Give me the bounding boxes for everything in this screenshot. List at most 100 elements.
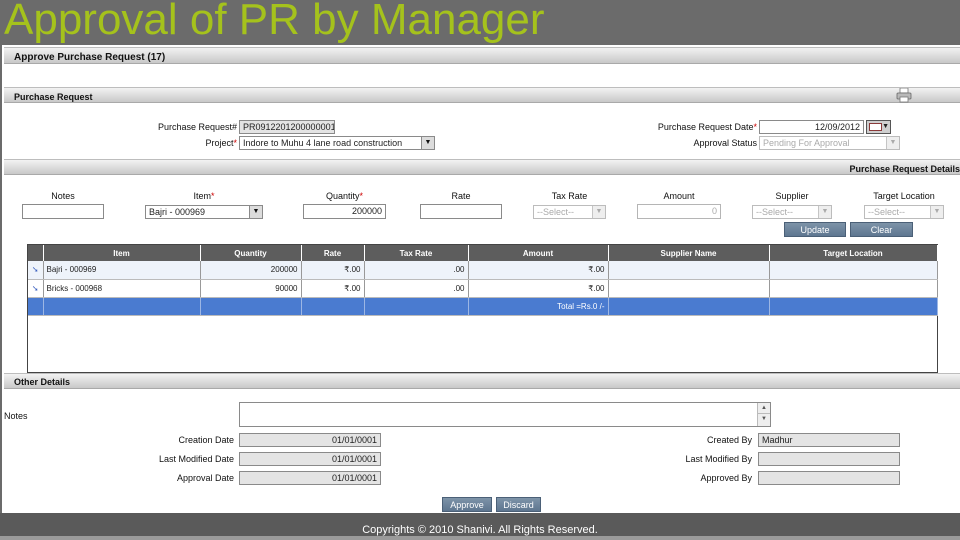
chevron-down-icon: ▼ <box>421 137 434 149</box>
approve-pr-panel: Approve Purchase Request (17) Purchase R… <box>0 45 960 515</box>
amount-column-label: Amount <box>663 191 695 201</box>
row-item: Bajri - 000969 <box>43 261 201 280</box>
other-notes-label: Notes <box>4 411 28 421</box>
supplier-select[interactable]: --Select-- ▼ <box>752 205 832 219</box>
item-select[interactable]: Bajri - 000969 ▼ <box>145 205 263 219</box>
chevron-down-icon: ▼ <box>592 206 605 218</box>
row-tax-rate: .00 <box>364 261 469 280</box>
grid-header-rate: Rate <box>301 245 365 261</box>
purchase-request-section-header: Purchase Request <box>4 87 960 103</box>
creation-date-label: Creation Date <box>178 435 234 445</box>
chevron-down-icon: ▼ <box>818 206 831 218</box>
other-notes-textarea[interactable]: ▲ ▼ <box>239 402 771 427</box>
row-rate: ₹.00 <box>301 279 365 298</box>
other-details-section-header: Other Details <box>4 373 960 389</box>
approved-by-field <box>758 471 900 485</box>
item-column-label: Item* <box>193 191 215 201</box>
update-button[interactable]: Update <box>784 222 846 237</box>
quantity-input[interactable]: 200000 <box>303 204 386 219</box>
pr-number-field[interactable]: PR0912201200000001 <box>239 120 335 134</box>
last-modified-date-label: Last Modified Date <box>158 454 234 464</box>
target-location-select[interactable]: --Select-- ▼ <box>864 205 944 219</box>
slide-title: Approval of PR by Manager <box>4 0 545 44</box>
approval-status-select[interactable]: Pending For Approval ▼ <box>759 136 900 150</box>
quantity-column-label: Quantity* <box>325 191 364 201</box>
calendar-icon[interactable]: ▼ <box>866 120 891 134</box>
notes-input[interactable] <box>22 204 104 219</box>
grid-header-quantity: Quantity <box>200 245 302 261</box>
grid-header-row: Item Quantity Rate Tax Rate Amount Suppl… <box>28 245 938 261</box>
notes-column-label: Notes <box>51 191 75 201</box>
table-row[interactable]: ➘ Bajri - 000969 200000 ₹.00 .00 ₹.00 <box>28 261 938 280</box>
row-item: Bricks - 000968 <box>43 279 201 298</box>
amount-input[interactable]: 0 <box>637 204 721 219</box>
row-location <box>769 261 938 280</box>
edit-row-icon[interactable]: ➘ <box>28 279 44 298</box>
project-select[interactable]: Indore to Muhu 4 lane road construction … <box>239 136 435 150</box>
details-section-title: Purchase Request Details <box>849 164 960 174</box>
chevron-down-icon: ▼ <box>930 206 943 218</box>
total-amount: Total =Rs.0 /- <box>468 297 609 316</box>
total-row-spacer <box>28 297 44 316</box>
row-amount: ₹.00 <box>468 261 609 280</box>
last-modified-date-field: 01/01/0001 <box>239 452 381 466</box>
scroll-up-icon[interactable]: ▲ <box>758 403 770 414</box>
grid-header-amount: Amount <box>468 245 609 261</box>
row-rate: ₹.00 <box>301 261 365 280</box>
grid-header-item: Item <box>43 245 201 261</box>
supplier-column-label: Supplier <box>775 191 809 201</box>
row-supplier <box>608 279 770 298</box>
row-supplier <box>608 261 770 280</box>
chevron-down-icon: ▼ <box>249 206 262 218</box>
chevron-down-icon: ▼ <box>886 137 899 149</box>
creation-date-field: 01/01/0001 <box>239 433 381 447</box>
total-row-spacer <box>200 297 302 316</box>
total-row-spacer <box>364 297 469 316</box>
table-row[interactable]: ➘ Bricks - 000968 90000 ₹.00 .00 ₹.00 <box>28 279 938 298</box>
pr-date-field[interactable]: 12/09/2012 <box>759 120 864 134</box>
rate-column-label: Rate <box>451 191 471 201</box>
items-grid: Item Quantity Rate Tax Rate Amount Suppl… <box>27 244 938 373</box>
grid-header-location: Target Location <box>769 245 938 261</box>
page-title: Approve Purchase Request (17) <box>14 52 166 63</box>
total-row-spacer <box>608 297 770 316</box>
total-row-spacer <box>301 297 365 316</box>
target-location-column-label: Target Location <box>873 191 935 201</box>
clear-button[interactable]: Clear <box>850 222 913 237</box>
last-modified-by-field <box>758 452 900 466</box>
row-tax-rate: .00 <box>364 279 469 298</box>
textarea-scrollbar[interactable]: ▲ ▼ <box>757 403 770 426</box>
rate-input[interactable] <box>420 204 502 219</box>
discard-button[interactable]: Discard <box>496 497 541 512</box>
row-location <box>769 279 938 298</box>
last-modified-by-label: Last Modified By <box>685 454 752 464</box>
page-header: Approve Purchase Request (17) <box>4 47 960 64</box>
grid-header-select <box>28 245 44 261</box>
pr-date-label: Purchase Request Date* <box>657 122 757 132</box>
approval-date-label: Approval Date <box>176 473 234 483</box>
edit-row-icon[interactable]: ➘ <box>28 261 44 280</box>
row-amount: ₹.00 <box>468 279 609 298</box>
footer-copyright: Copyrights © 2010 Shanivi. All Rights Re… <box>362 524 598 536</box>
approval-status-label: Approval Status <box>693 138 757 148</box>
purchase-request-section-title: Purchase Request <box>14 92 93 102</box>
total-row-spacer <box>43 297 201 316</box>
grid-header-tax-rate: Tax Rate <box>364 245 469 261</box>
approve-button[interactable]: Approve <box>442 497 492 512</box>
pr-number-label: Purchase Request# <box>157 122 237 132</box>
row-quantity: 200000 <box>200 261 302 280</box>
total-row: Total =Rs.0 /- <box>28 297 938 316</box>
created-by-label: Created By <box>706 435 752 445</box>
print-icon[interactable] <box>896 88 912 103</box>
tax-rate-select[interactable]: --Select-- ▼ <box>533 205 606 219</box>
grid-header-supplier: Supplier Name <box>608 245 770 261</box>
project-label: Project* <box>205 138 237 148</box>
other-details-section-title: Other Details <box>14 377 71 387</box>
taskbar-strip <box>0 536 960 540</box>
details-section-header: Purchase Request Details <box>4 159 960 175</box>
total-row-spacer <box>769 297 938 316</box>
created-by-field: Madhur <box>758 433 900 447</box>
row-quantity: 90000 <box>200 279 302 298</box>
approval-date-field: 01/01/0001 <box>239 471 381 485</box>
scroll-down-icon[interactable]: ▼ <box>758 414 770 425</box>
